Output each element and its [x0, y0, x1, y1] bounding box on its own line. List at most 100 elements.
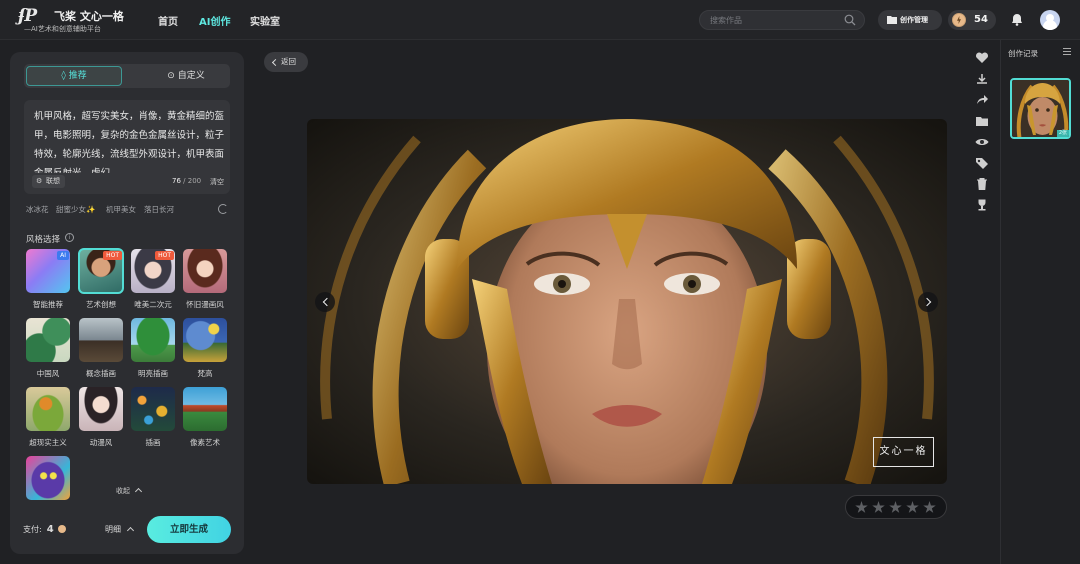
- tab-custom-label: 自定义: [177, 71, 205, 81]
- ai-badge: AI: [57, 251, 69, 260]
- history-title: 创作记录: [1008, 49, 1038, 58]
- list-icon[interactable]: [1063, 48, 1071, 55]
- char-count-current: 76: [172, 177, 181, 185]
- trophy-icon[interactable]: [974, 197, 990, 213]
- chevron-up-icon: [134, 487, 143, 496]
- chevron-up-icon: [126, 526, 135, 535]
- clear-button[interactable]: 清空: [210, 177, 224, 187]
- coin-icon: [57, 525, 66, 533]
- style-thumbnail: [26, 387, 70, 431]
- star-icon[interactable]: [906, 501, 919, 513]
- style-label: 艺术创想: [86, 300, 116, 309]
- heart-icon[interactable]: [974, 50, 990, 66]
- previous-image-button[interactable]: [315, 292, 335, 312]
- logo[interactable]: ʄP 飞桨 文心一格 —AI艺术和创意辅助平台: [18, 6, 128, 34]
- trash-icon[interactable]: [974, 176, 990, 192]
- nav-lab[interactable]: 实验室: [250, 13, 280, 28]
- search-input[interactable]: 搜索作品: [710, 15, 742, 26]
- suggestion-item[interactable]: 机甲美女: [106, 204, 136, 215]
- suggestion-item[interactable]: 落日长河: [144, 204, 174, 215]
- hot-badge: HOT: [103, 251, 122, 260]
- star-icon[interactable]: [855, 501, 868, 513]
- nav-home[interactable]: 首页: [158, 13, 178, 28]
- folder-icon[interactable]: [974, 113, 990, 129]
- bell-icon[interactable]: [1011, 13, 1023, 26]
- next-image-button[interactable]: [918, 292, 938, 312]
- tag-icon[interactable]: [974, 155, 990, 171]
- prompt-box[interactable]: 机甲风格，超写实美女，肖像，黄金精细的盔甲，电影照明，复杂的金色金属丝设计，粒子…: [24, 100, 230, 194]
- style-thumbnail: [26, 456, 70, 500]
- lightning-coin-icon: [952, 13, 966, 27]
- mode-tabs: ◊ 推荐 ⊙ 自定义: [24, 64, 230, 88]
- points-badge[interactable]: 54: [948, 10, 996, 30]
- watermark: 文心一格: [873, 437, 934, 467]
- style-label: 像素艺术: [190, 438, 220, 447]
- generate-button[interactable]: 立即生成: [147, 516, 231, 543]
- star-icon[interactable]: [889, 501, 902, 513]
- info-icon[interactable]: i: [65, 233, 74, 242]
- star-icon[interactable]: [872, 501, 885, 513]
- style-thumbnail: [183, 318, 227, 362]
- search-icon[interactable]: [844, 14, 856, 26]
- style-thumbnail: [79, 387, 123, 431]
- nav-ai-create[interactable]: AI创作: [199, 13, 230, 28]
- prompt-textarea[interactable]: 机甲风格，超写实美女，肖像，黄金精细的盔甲，电影照明，复杂的金色金属丝设计，粒子…: [34, 107, 224, 173]
- hot-badge: HOT: [155, 251, 174, 260]
- collapse-button[interactable]: 收起: [116, 486, 143, 496]
- download-icon[interactable]: [974, 71, 990, 87]
- style-section-title: 风格选择: [26, 235, 61, 245]
- style-thumbnail: [26, 318, 70, 362]
- style-label: 智能推荐: [33, 300, 63, 309]
- style-thumbnail: [183, 387, 227, 431]
- history-count-tag: 2张: [1056, 130, 1069, 137]
- payment-info: 支付: 4: [23, 524, 66, 535]
- style-label: 中国风: [36, 369, 60, 378]
- creation-manage-button[interactable]: 创作管理: [878, 10, 942, 30]
- suggestion-item[interactable]: 甜蜜少女✨: [56, 204, 95, 215]
- style-label: 动漫风: [89, 438, 113, 447]
- style-label: 怀旧漫画风: [186, 300, 224, 309]
- style-label: 梵高: [197, 369, 213, 378]
- style-label: 明亮插画: [138, 369, 168, 378]
- folder-icon: [887, 16, 897, 24]
- user-avatar[interactable]: [1040, 10, 1060, 30]
- style-thumbnail: [79, 318, 123, 362]
- history-thumbnail[interactable]: 2张: [1010, 78, 1071, 139]
- eye-icon[interactable]: [974, 134, 990, 150]
- generated-image-art: [307, 119, 947, 484]
- style-thumbnail: [131, 387, 175, 431]
- char-count-max: / 200: [183, 177, 202, 185]
- payment-label: 支付:: [23, 525, 42, 534]
- logo-subtitle: —AI艺术和创意辅助平台: [24, 25, 101, 33]
- share-icon[interactable]: [974, 92, 990, 108]
- style-thumbnail: [183, 249, 227, 293]
- style-label: 插画: [145, 438, 161, 447]
- creation-panel: ◊ 推荐 ⊙ 自定义 机甲风格，超写实美女，肖像，黄金精细的盔甲，电影照明，复杂…: [10, 52, 244, 554]
- collapse-label: 收起: [116, 487, 130, 495]
- logo-mark: ʄP: [18, 6, 37, 26]
- detail-toggle[interactable]: 明细: [105, 524, 135, 535]
- image-toolbar: [971, 46, 993, 216]
- divider: [1000, 40, 1001, 564]
- tab-recommend-label: 推荐: [68, 71, 87, 81]
- top-header: ʄP 飞桨 文心一格 —AI艺术和创意辅助平台 首页 AI创作 实验室 搜索作品…: [0, 0, 1080, 40]
- generated-image[interactable]: [307, 119, 947, 484]
- suggestion-item[interactable]: 冰冰花: [26, 204, 49, 215]
- points-value: 54: [974, 14, 988, 25]
- style-thumbnail: [131, 318, 175, 362]
- detail-label: 明细: [105, 525, 121, 534]
- star-rating[interactable]: [845, 495, 947, 519]
- payment-amount: 4: [46, 524, 54, 535]
- style-label: 概念插画: [86, 369, 116, 378]
- star-icon[interactable]: [923, 501, 936, 513]
- refresh-icon[interactable]: [218, 204, 228, 214]
- style-label: 超现实主义: [29, 438, 67, 447]
- char-count: 76 / 200: [172, 177, 201, 185]
- tab-recommend[interactable]: ◊ 推荐: [26, 66, 122, 86]
- style-label: 唯美二次元: [134, 300, 172, 309]
- associate-button[interactable]: 联想: [32, 175, 65, 188]
- logo-name: 飞桨 文心一格: [54, 10, 124, 23]
- search-bar[interactable]: 搜索作品: [699, 10, 865, 30]
- back-button[interactable]: 返回: [264, 52, 308, 72]
- tab-custom[interactable]: ⊙ 自定义: [156, 66, 216, 86]
